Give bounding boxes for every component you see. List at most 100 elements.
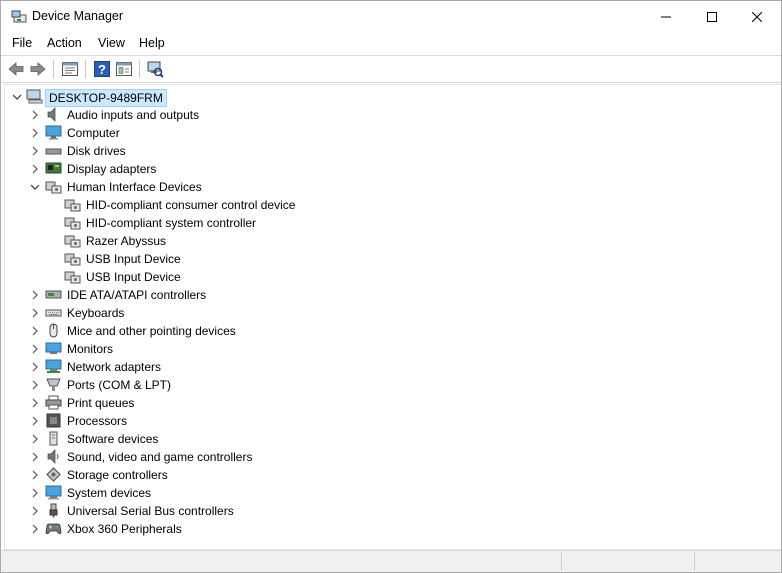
- tree-category-computer[interactable]: Computer: [5, 124, 775, 142]
- chevron-right-icon[interactable]: [29, 451, 41, 463]
- help-icon[interactable]: ?: [93, 60, 111, 78]
- status-bar: [1, 550, 781, 572]
- monitor-icon: [45, 342, 62, 354]
- category-label: Software devices: [67, 432, 159, 446]
- back-icon[interactable]: [7, 60, 25, 78]
- device-manager-app-icon: [11, 10, 27, 23]
- menu-action[interactable]: Action: [47, 36, 82, 50]
- chevron-right-icon[interactable]: [29, 163, 41, 175]
- hid-device-icon: [64, 199, 81, 212]
- device-label: USB Input Device: [86, 252, 181, 266]
- device-label: USB Input Device: [86, 270, 181, 284]
- toolbar-separator: [139, 60, 140, 78]
- chevron-right-icon[interactable]: [29, 145, 41, 157]
- gamepad-icon: [45, 523, 62, 534]
- chevron-right-icon[interactable]: [29, 343, 41, 355]
- chevron-right-icon[interactable]: [29, 289, 41, 301]
- details-icon[interactable]: [115, 60, 133, 78]
- sound-icon: [47, 449, 59, 464]
- speaker-icon: [47, 107, 56, 122]
- chevron-right-icon[interactable]: [29, 487, 41, 499]
- device-label: HID-compliant system controller: [86, 216, 257, 230]
- tree-category-processors[interactable]: Processors: [5, 412, 775, 430]
- tree-category-software-devices[interactable]: Software devices: [5, 430, 775, 448]
- tree-category-ports[interactable]: Ports (COM & LPT): [5, 376, 775, 394]
- chevron-right-icon[interactable]: [29, 415, 41, 427]
- hid-device-icon: [64, 235, 81, 248]
- tree-category-print-queues[interactable]: Print queues: [5, 394, 775, 412]
- tree-category-mice[interactable]: Mice and other pointing devices: [5, 322, 775, 340]
- category-label: Monitors: [67, 342, 114, 356]
- chevron-right-icon[interactable]: [29, 325, 41, 337]
- scan-hardware-icon[interactable]: [146, 60, 164, 78]
- chevron-right-icon[interactable]: [29, 433, 41, 445]
- computer-icon: [45, 125, 62, 140]
- chevron-down-icon[interactable]: [29, 181, 41, 193]
- maximize-button[interactable]: [689, 1, 734, 32]
- chevron-right-icon[interactable]: [29, 109, 41, 121]
- toolbar-separator: [85, 60, 86, 78]
- tree-category-system-devices[interactable]: System devices: [5, 484, 775, 502]
- processor-icon: [46, 413, 61, 428]
- minimize-icon: [660, 16, 671, 17]
- category-label: Display adapters: [67, 162, 157, 176]
- tree-category-sound-video-game[interactable]: Sound, video and game controllers: [5, 448, 775, 466]
- menu-bar: File Action View Help: [1, 32, 781, 54]
- svg-text:?: ?: [98, 62, 106, 77]
- tree-category-ide[interactable]: IDE ATA/ATAPI controllers: [5, 286, 775, 304]
- port-icon: [46, 378, 61, 391]
- category-label: Disk drives: [67, 144, 126, 158]
- tree-category-disk-drives[interactable]: Disk drives: [5, 142, 775, 160]
- tree-device-razer-abyssus[interactable]: Razer Abyssus: [5, 232, 775, 250]
- chevron-right-icon[interactable]: [29, 307, 41, 319]
- chevron-right-icon[interactable]: [29, 127, 41, 139]
- tree-device-usb-input-2[interactable]: USB Input Device: [5, 268, 775, 286]
- tree-category-monitors[interactable]: Monitors: [5, 340, 775, 358]
- chevron-down-icon[interactable]: [11, 91, 23, 103]
- computer-name[interactable]: DESKTOP-9489FRM: [45, 89, 167, 107]
- forward-icon[interactable]: [29, 60, 47, 78]
- tree-category-keyboards[interactable]: Keyboards: [5, 304, 775, 322]
- menu-view[interactable]: View: [98, 36, 125, 50]
- tree-category-hid[interactable]: Human Interface Devices: [5, 178, 775, 196]
- device-label: Razer Abyssus: [86, 234, 167, 248]
- menu-file[interactable]: File: [12, 36, 32, 50]
- ide-controller-icon: [45, 290, 62, 299]
- category-label: Universal Serial Bus controllers: [67, 504, 234, 518]
- chevron-right-icon[interactable]: [29, 505, 41, 517]
- category-label: Ports (COM & LPT): [67, 378, 172, 392]
- toolbar: ?: [1, 55, 781, 83]
- menu-help[interactable]: Help: [139, 36, 165, 50]
- printer-icon: [45, 395, 62, 410]
- close-button[interactable]: [734, 1, 779, 32]
- device-tree[interactable]: DESKTOP-9489FRM Audio inputs and outputs…: [4, 84, 781, 550]
- properties-sheet-icon[interactable]: [61, 60, 79, 78]
- chevron-right-icon[interactable]: [29, 379, 41, 391]
- display-adapter-icon: [45, 162, 62, 174]
- tree-category-network-adapters[interactable]: Network adapters: [5, 358, 775, 376]
- tree-category-display-adapters[interactable]: Display adapters: [5, 160, 775, 178]
- tree-category-audio[interactable]: Audio inputs and outputs: [5, 106, 775, 124]
- tree-device-hid-consumer-control[interactable]: HID-compliant consumer control device: [5, 196, 775, 214]
- chevron-right-icon[interactable]: [29, 397, 41, 409]
- tree-device-usb-input-1[interactable]: USB Input Device: [5, 250, 775, 268]
- tree-category-usb-controllers[interactable]: Universal Serial Bus controllers: [5, 502, 775, 520]
- computer-root-icon: [26, 89, 43, 104]
- tree-category-storage-controllers[interactable]: Storage controllers: [5, 466, 775, 484]
- category-label: IDE ATA/ATAPI controllers: [67, 288, 207, 302]
- usb-icon: [49, 503, 58, 518]
- minimize-button[interactable]: [643, 1, 688, 32]
- chevron-right-icon[interactable]: [29, 523, 41, 535]
- tree-device-hid-system-controller[interactable]: HID-compliant system controller: [5, 214, 775, 232]
- category-label: Audio inputs and outputs: [67, 108, 200, 122]
- device-label: HID-compliant consumer control device: [86, 198, 296, 212]
- category-label: Print queues: [67, 396, 135, 410]
- tree-category-xbox-peripherals[interactable]: Xbox 360 Peripherals: [5, 520, 775, 538]
- chevron-right-icon[interactable]: [29, 469, 41, 481]
- hid-device-icon: [64, 253, 81, 266]
- category-label: Computer: [67, 126, 120, 140]
- title-bar[interactable]: Device Manager: [1, 1, 781, 32]
- chevron-right-icon[interactable]: [29, 361, 41, 373]
- category-label: System devices: [67, 486, 152, 500]
- tree-root[interactable]: DESKTOP-9489FRM: [5, 88, 775, 107]
